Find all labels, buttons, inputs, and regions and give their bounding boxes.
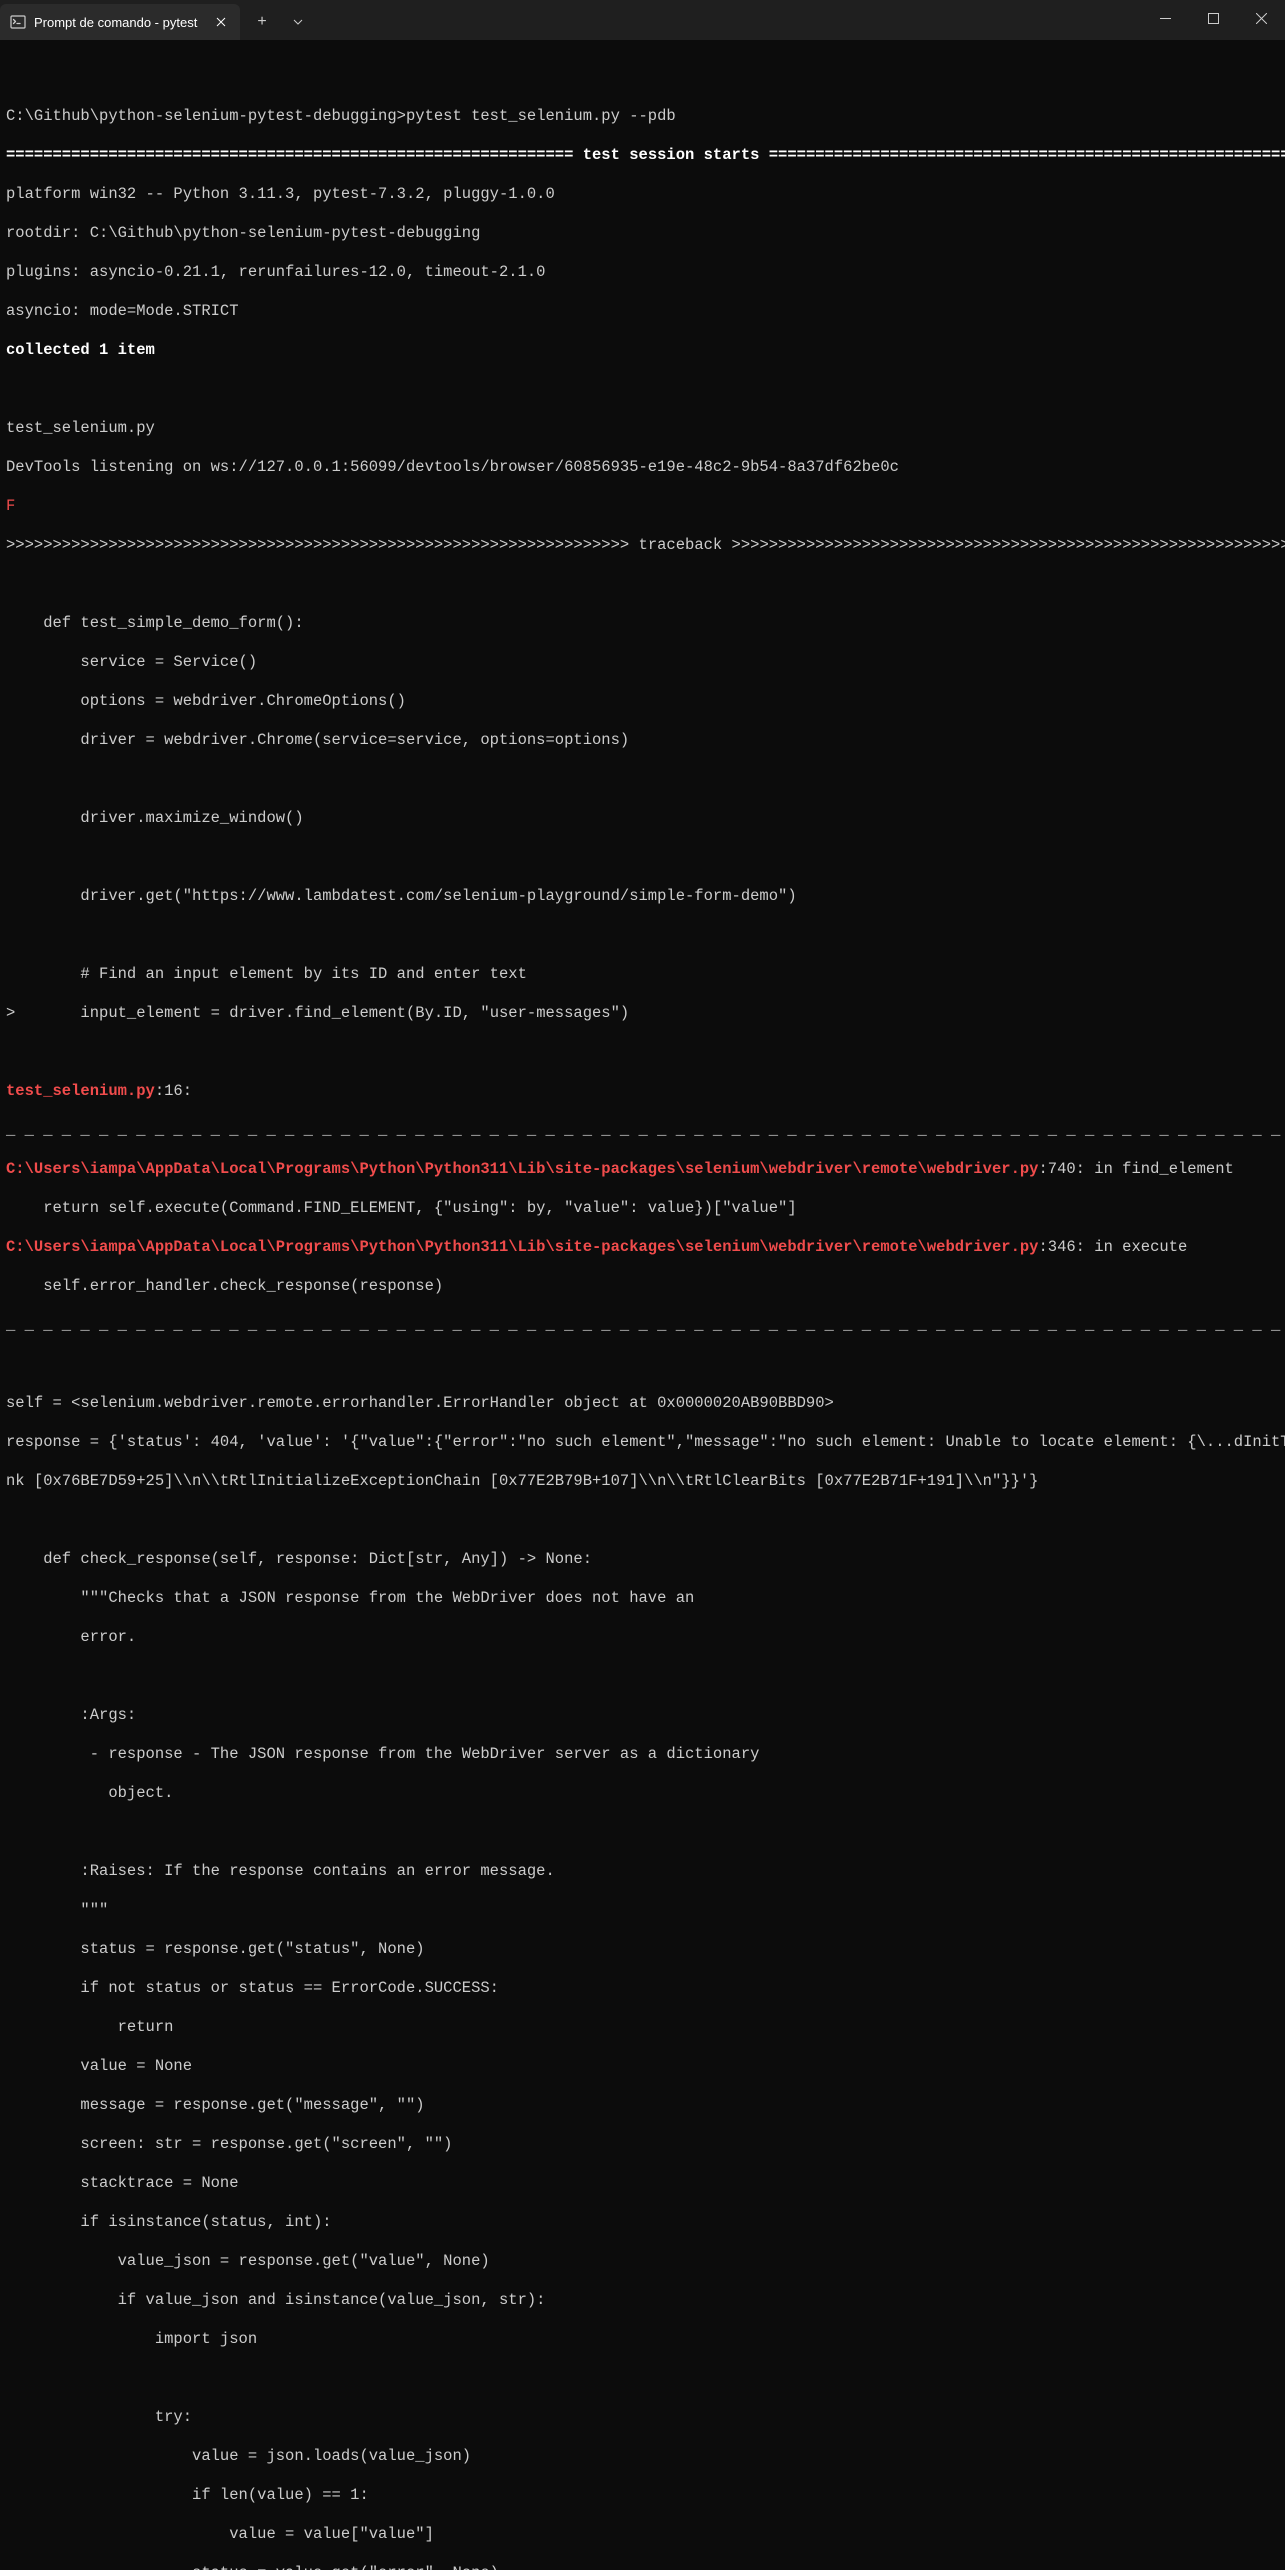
- cmd-icon: [10, 14, 26, 30]
- output-line: status = response.get("status", None): [6, 1940, 1279, 1960]
- output-line: error.: [6, 1628, 1279, 1648]
- output-line: C:\Github\python-selenium-pytest-debuggi…: [6, 107, 1279, 127]
- output-line: value = None: [6, 2057, 1279, 2077]
- minimize-button[interactable]: [1141, 0, 1189, 36]
- close-tab-button[interactable]: [212, 13, 230, 31]
- output-line: [6, 2369, 1279, 2389]
- output-line: import json: [6, 2330, 1279, 2350]
- close-window-button[interactable]: [1237, 0, 1285, 36]
- output-line: [6, 575, 1279, 595]
- output-line: value = value["value"]: [6, 2525, 1279, 2545]
- output-line: - response - The JSON response from the …: [6, 1745, 1279, 1765]
- output-line: object.: [6, 1784, 1279, 1804]
- output-line: screen: str = response.get("screen", ""): [6, 2135, 1279, 2155]
- output-line: self.error_handler.check_response(respon…: [6, 1277, 1279, 1297]
- output-line: [6, 926, 1279, 946]
- output-fail: F: [6, 497, 1279, 517]
- titlebar: Prompt de comando - pytest +: [0, 0, 1285, 40]
- output-line: test_selenium.py: [6, 419, 1279, 439]
- output-line: asyncio: mode=Mode.STRICT: [6, 302, 1279, 322]
- output-line: > input_element = driver.find_element(By…: [6, 1004, 1279, 1024]
- output-line: if value_json and isinstance(value_json,…: [6, 2291, 1279, 2311]
- output-line: DevTools listening on ws://127.0.0.1:560…: [6, 458, 1279, 478]
- output-line: options = webdriver.ChromeOptions(): [6, 692, 1279, 712]
- output-line: [6, 68, 1279, 88]
- output-line: if not status or status == ErrorCode.SUC…: [6, 1979, 1279, 1999]
- output-line: C:\Users\iampa\AppData\Local\Programs\Py…: [6, 1238, 1279, 1258]
- output-line: value = json.loads(value_json): [6, 2447, 1279, 2467]
- output-line: service = Service(): [6, 653, 1279, 673]
- output-line: [6, 1355, 1279, 1375]
- output-line: [6, 1511, 1279, 1531]
- output-line: try:: [6, 2408, 1279, 2428]
- maximize-button[interactable]: [1189, 0, 1237, 36]
- tab-dropdown-button[interactable]: [280, 4, 316, 40]
- output-line: :Args:: [6, 1706, 1279, 1726]
- output-line: nk [0x76BE7D59+25]\\n\\tRtlInitializeExc…: [6, 1472, 1279, 1492]
- output-line: self = <selenium.webdriver.remote.errorh…: [6, 1394, 1279, 1414]
- output-line: # Find an input element by its ID and en…: [6, 965, 1279, 985]
- output-line: response = {'status': 404, 'value': '{"v…: [6, 1433, 1279, 1453]
- output-line: return self.execute(Command.FIND_ELEMENT…: [6, 1199, 1279, 1219]
- output-line: if isinstance(status, int):: [6, 2213, 1279, 2233]
- output-line: platform win32 -- Python 3.11.3, pytest-…: [6, 185, 1279, 205]
- output-line: ========================================…: [6, 146, 1279, 166]
- output-line: message = response.get("message", ""): [6, 2096, 1279, 2116]
- tab-title: Prompt de comando - pytest: [34, 15, 202, 30]
- output-line: def check_response(self, response: Dict[…: [6, 1550, 1279, 1570]
- output-line: driver.maximize_window(): [6, 809, 1279, 829]
- output-line: _ _ _ _ _ _ _ _ _ _ _ _ _ _ _ _ _ _ _ _ …: [6, 1316, 1279, 1336]
- output-line: value_json = response.get("value", None): [6, 2252, 1279, 2272]
- output-line: def test_simple_demo_form():: [6, 614, 1279, 634]
- output-line: driver = webdriver.Chrome(service=servic…: [6, 731, 1279, 751]
- output-line: status = value.get("error", None): [6, 2564, 1279, 2570]
- output-line: stacktrace = None: [6, 2174, 1279, 2194]
- output-line: _ _ _ _ _ _ _ _ _ _ _ _ _ _ _ _ _ _ _ _ …: [6, 1121, 1279, 1141]
- terminal-output[interactable]: C:\Github\python-selenium-pytest-debuggi…: [0, 40, 1285, 2570]
- output-line: rootdir: C:\Github\python-selenium-pytes…: [6, 224, 1279, 244]
- output-line: :Raises: If the response contains an err…: [6, 1862, 1279, 1882]
- output-line: collected 1 item: [6, 341, 1279, 361]
- output-line: [6, 380, 1279, 400]
- output-line: """Checks that a JSON response from the …: [6, 1589, 1279, 1609]
- output-line: [6, 1043, 1279, 1063]
- output-line: plugins: asyncio-0.21.1, rerunfailures-1…: [6, 263, 1279, 283]
- output-line: C:\Users\iampa\AppData\Local\Programs\Py…: [6, 1160, 1279, 1180]
- output-line: [6, 1667, 1279, 1687]
- new-tab-button[interactable]: +: [244, 4, 280, 40]
- output-line: driver.get("https://www.lambdatest.com/s…: [6, 887, 1279, 907]
- output-line: """: [6, 1901, 1279, 1921]
- output-line: [6, 770, 1279, 790]
- output-line: [6, 1823, 1279, 1843]
- terminal-tab[interactable]: Prompt de comando - pytest: [0, 4, 240, 40]
- output-line: return: [6, 2018, 1279, 2038]
- output-line: test_selenium.py:16:: [6, 1082, 1279, 1102]
- output-line: >>>>>>>>>>>>>>>>>>>>>>>>>>>>>>>>>>>>>>>>…: [6, 536, 1279, 556]
- output-line: [6, 848, 1279, 868]
- output-line: if len(value) == 1:: [6, 2486, 1279, 2506]
